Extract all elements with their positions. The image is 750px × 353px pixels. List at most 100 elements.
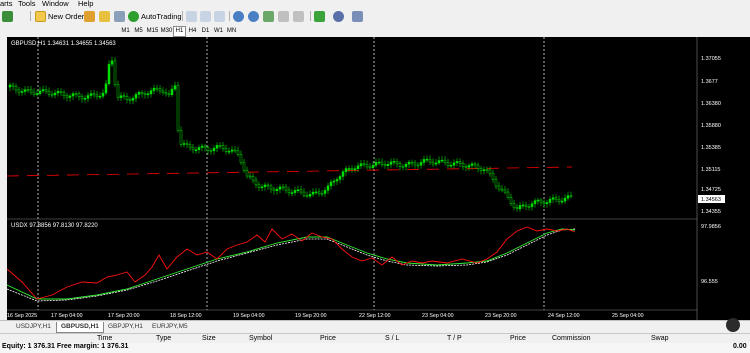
play-icon [128, 10, 139, 22]
chart-shift-button[interactable] [293, 10, 306, 22]
price-chart[interactable]: GBPUSD,H1 1.34631 1.34655 1.34563 USDX 9… [6, 37, 750, 320]
candle [494, 179, 498, 187]
price-tick: 1.35115 [701, 167, 720, 173]
meta-editor-button[interactable] [99, 10, 112, 22]
candle [344, 168, 348, 172]
tab-usdjpy-h1[interactable]: USDJPY,H1 [12, 322, 55, 332]
candle [440, 159, 444, 162]
col-commission[interactable]: Commission [552, 335, 591, 342]
candle [332, 180, 336, 183]
candle [182, 143, 186, 145]
candle [536, 199, 540, 202]
col-time[interactable]: Time [97, 335, 112, 342]
zoom-icon[interactable] [726, 318, 740, 332]
bar-chart-button[interactable] [186, 10, 199, 22]
candle [401, 166, 405, 168]
auto-scroll-button[interactable] [278, 10, 291, 22]
candle [497, 185, 501, 190]
candle [221, 145, 225, 149]
candle [119, 95, 123, 98]
timeframe-d1[interactable]: D1 [199, 26, 212, 37]
candle [140, 92, 144, 94]
time-label: 17 Sep 20:00 [108, 313, 140, 319]
templates-button[interactable] [352, 10, 365, 22]
timeframe-m1[interactable]: M1 [119, 26, 132, 37]
new-order-button[interactable]: New Order [35, 10, 84, 22]
col-type[interactable]: Type [156, 335, 171, 342]
col-price-current[interactable]: Price [510, 335, 526, 342]
timeframe-m30[interactable]: M30 [159, 26, 174, 37]
candle [104, 83, 108, 94]
timeframe-h4[interactable]: H4 [186, 26, 199, 37]
market-watch-button[interactable] [84, 10, 97, 22]
timeframe-m15[interactable]: M15 [145, 26, 160, 37]
col-swap[interactable]: Swap [651, 335, 669, 342]
price-tick: 1.35385 [701, 145, 721, 151]
candle [236, 150, 240, 155]
candle [188, 144, 192, 148]
price-scale: 1.37055 1.3677 1.36380 1.35880 1.35385 1… [698, 56, 725, 215]
candle [11, 84, 15, 87]
candle [434, 162, 438, 165]
candle [263, 184, 267, 188]
candle [485, 169, 489, 171]
candle [14, 86, 18, 91]
candle [89, 93, 93, 96]
candle [419, 162, 423, 166]
menu-window[interactable]: Window [42, 0, 69, 8]
line-chart-button[interactable] [214, 10, 227, 22]
time-label: 18 Sep 12:00 [170, 313, 202, 319]
candle [254, 179, 258, 186]
bar-chart-icon [186, 10, 197, 22]
col-size[interactable]: Size [202, 335, 216, 342]
menu-tools[interactable]: Tools [18, 0, 36, 8]
candle-chart-button[interactable] [200, 10, 213, 22]
zoom-out-icon [248, 10, 259, 22]
candle [233, 149, 237, 152]
tab-gbpjpy-h1[interactable]: GBPJPY,H1 [104, 322, 147, 332]
col-sl[interactable]: S / L [385, 335, 399, 342]
menu-help[interactable]: Help [78, 0, 93, 8]
strategy-tester-button[interactable] [114, 10, 127, 22]
candle [80, 96, 84, 100]
candle [86, 95, 90, 99]
candle [341, 171, 345, 177]
timeframe-w1[interactable]: W1 [212, 26, 225, 37]
timeframe-h1[interactable]: H1 [173, 26, 186, 37]
chart-window[interactable]: GBPUSD,H1 1.34631 1.34655 1.34563 USDX 9… [6, 37, 750, 320]
candle [98, 95, 102, 98]
candle [185, 143, 189, 145]
col-price[interactable]: Price [320, 335, 336, 342]
candle [275, 189, 279, 191]
candle [107, 63, 111, 84]
candle [482, 169, 486, 171]
candle [29, 89, 33, 93]
candle [212, 147, 216, 152]
time-label: 24 Sep 12:00 [548, 313, 580, 319]
candle [515, 207, 519, 210]
candle [404, 163, 408, 167]
candle [176, 85, 180, 131]
timeframe-m5[interactable]: M5 [132, 26, 145, 37]
new-chart-button[interactable] [2, 10, 15, 22]
periods-button[interactable] [333, 10, 346, 22]
candle [287, 189, 291, 194]
candle [527, 206, 531, 208]
tile-windows-button[interactable] [263, 10, 276, 22]
menu-charts[interactable]: arts [0, 0, 13, 8]
candle [320, 193, 324, 195]
col-symbol[interactable]: Symbol [249, 335, 272, 342]
col-tp[interactable]: T / P [447, 335, 462, 342]
indicators-button[interactable] [314, 10, 327, 22]
tab-eurjpy-m5[interactable]: EURJPY,M5 [148, 322, 192, 332]
timeframe-mn[interactable]: MN [225, 26, 238, 37]
tab-gbpusd-h1[interactable]: GBPUSD,H1 [56, 322, 104, 333]
candle [74, 93, 78, 95]
auto-trading-button[interactable]: AutoTrading [128, 10, 182, 22]
candle [26, 89, 30, 91]
zoom-out-button[interactable] [248, 10, 261, 22]
candle [548, 199, 552, 203]
candle [362, 163, 366, 165]
candle [569, 195, 573, 197]
zoom-in-button[interactable] [233, 10, 246, 22]
